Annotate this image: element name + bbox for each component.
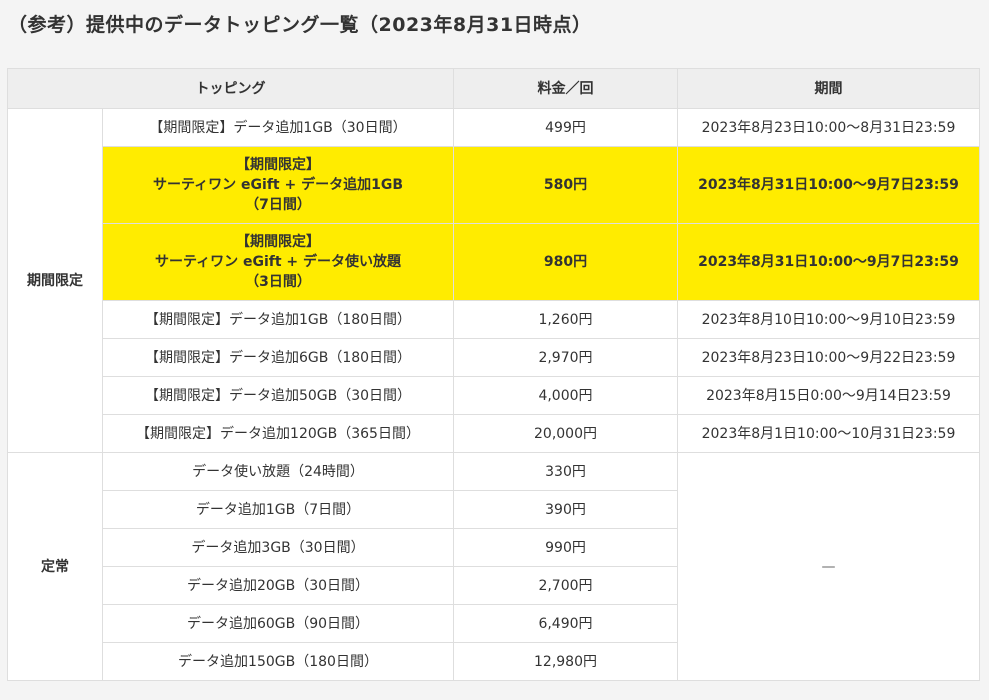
topping-name-line: 【期間限定】データ追加50GB（30日間） xyxy=(144,387,412,404)
topping-name-line: 【期間限定】データ追加120GB（365日間） xyxy=(136,425,420,442)
topping-period: 2023年8月31日10:00～9月7日23:59 xyxy=(677,146,980,224)
topping-name: データ追加3GB（30日間） xyxy=(102,528,454,567)
topping-name-line: 【期間限定】 xyxy=(236,234,320,250)
topping-period: 2023年8月10日10:00～9月10日23:59 xyxy=(677,300,980,339)
topping-price: 390円 xyxy=(453,490,678,529)
topping-price: 6,490円 xyxy=(453,604,678,643)
table-row: 【期間限定】データ追加120GB（365日間） 20,000円 2023年8月1… xyxy=(8,414,980,453)
topping-price: 990円 xyxy=(453,528,678,567)
table-row: 【期間限定】データ追加6GB（180日間） 2,970円 2023年8月23日1… xyxy=(8,338,980,377)
topping-price: 2,700円 xyxy=(453,566,678,605)
topping-name: データ追加60GB（90日間） xyxy=(102,604,454,643)
topping-name: データ追加1GB（7日間） xyxy=(102,490,454,529)
topping-price: 580円 xyxy=(453,146,678,224)
topping-price: 12,980円 xyxy=(453,642,678,681)
topping-price: 980円 xyxy=(453,223,678,301)
topping-name-line: （7日間） xyxy=(245,197,311,213)
topping-name-line: 【期間限定】データ追加6GB（180日間） xyxy=(144,349,412,366)
topping-name: 【期間限定】 サーティワン eGift + データ追加1GB （7日間） xyxy=(102,146,454,224)
header-period: 期間 xyxy=(677,68,980,109)
table-row: 定常 データ使い放題（24時間） 330円 — xyxy=(7,452,980,681)
table-row: 【期間限定】データ追加50GB（30日間） 4,000円 2023年8月15日0… xyxy=(8,376,980,415)
table-row: 【期間限定】データ追加1GB（180日間） 1,260円 2023年8月10日1… xyxy=(8,300,980,339)
topping-name-line: サーティワン eGift + データ使い放題 xyxy=(154,254,402,270)
topping-name-line: データ使い放題（24時間） xyxy=(192,463,364,480)
topping-price: 4,000円 xyxy=(453,376,678,415)
topping-name-line: データ追加60GB（90日間） xyxy=(186,615,370,632)
topping-period: 2023年8月23日10:00～9月22日23:59 xyxy=(677,338,980,377)
group-label-limited: 期間限定 xyxy=(7,108,103,453)
topping-price: 330円 xyxy=(453,452,678,491)
topping-price: 1,260円 xyxy=(453,300,678,339)
topping-name-line: データ追加3GB（30日間） xyxy=(191,539,365,556)
topping-price: 2,970円 xyxy=(453,338,678,377)
page-title: （参考）提供中のデータトッピング一覧（2023年8月31日時点） xyxy=(8,14,592,36)
topping-name-line: 【期間限定】データ追加1GB（30日間） xyxy=(149,119,407,136)
table-header-row: トッピング 料金／回 期間 xyxy=(7,68,980,109)
topping-name-line: サーティワン eGift + データ追加1GB xyxy=(153,177,403,193)
topping-name-line: 【期間限定】データ追加1GB（180日間） xyxy=(144,311,412,328)
topping-name: データ使い放題（24時間） xyxy=(102,452,454,491)
topping-period: 2023年8月23日10:00～8月31日23:59 xyxy=(677,108,980,147)
topping-name-line: データ追加150GB（180日間） xyxy=(178,653,378,670)
group-label-regular: 定常 xyxy=(7,452,103,681)
topping-name-line: 【期間限定】 xyxy=(236,157,320,173)
table-row-highlight: 【期間限定】 サーティワン eGift + データ使い放題 （3日間） 980円… xyxy=(8,223,980,301)
topping-period: 2023年8月1日10:00～10月31日23:59 xyxy=(677,414,980,453)
table-row: 期間限定 【期間限定】データ追加1GB（30日間） 499円 2023年8月23… xyxy=(7,108,980,453)
topping-name: 【期間限定】データ追加6GB（180日間） xyxy=(102,338,454,377)
topping-period-shared: — xyxy=(677,452,980,681)
topping-period: 2023年8月31日10:00～9月7日23:59 xyxy=(677,223,980,301)
header-topping: トッピング xyxy=(7,68,454,109)
topping-name: 【期間限定】データ追加50GB（30日間） xyxy=(102,376,454,415)
topping-name-line: （3日間） xyxy=(245,274,311,290)
topping-name: 【期間限定】データ追加120GB（365日間） xyxy=(102,414,454,453)
topping-name-line: データ追加20GB（30日間） xyxy=(186,577,370,594)
topping-price: 499円 xyxy=(453,108,678,147)
page: （参考）提供中のデータトッピング一覧（2023年8月31日時点） トッピング 料… xyxy=(0,0,989,700)
topping-name: 【期間限定】データ追加1GB（30日間） xyxy=(102,108,454,147)
topping-name: データ追加20GB（30日間） xyxy=(102,566,454,605)
header-price: 料金／回 xyxy=(453,68,678,109)
topping-name: 【期間限定】データ追加1GB（180日間） xyxy=(102,300,454,339)
topping-name: 【期間限定】 サーティワン eGift + データ使い放題 （3日間） xyxy=(102,223,454,301)
table-row-highlight: 【期間限定】 サーティワン eGift + データ追加1GB （7日間） 580… xyxy=(8,146,980,224)
topping-table: トッピング 料金／回 期間 期間限定 【期間限定】データ追加1GB（30日間） … xyxy=(7,68,980,681)
topping-price: 20,000円 xyxy=(453,414,678,453)
topping-period: 2023年8月15日0:00～9月14日23:59 xyxy=(677,376,980,415)
topping-name: データ追加150GB（180日間） xyxy=(102,642,454,681)
topping-name-line: データ追加1GB（7日間） xyxy=(195,501,361,518)
